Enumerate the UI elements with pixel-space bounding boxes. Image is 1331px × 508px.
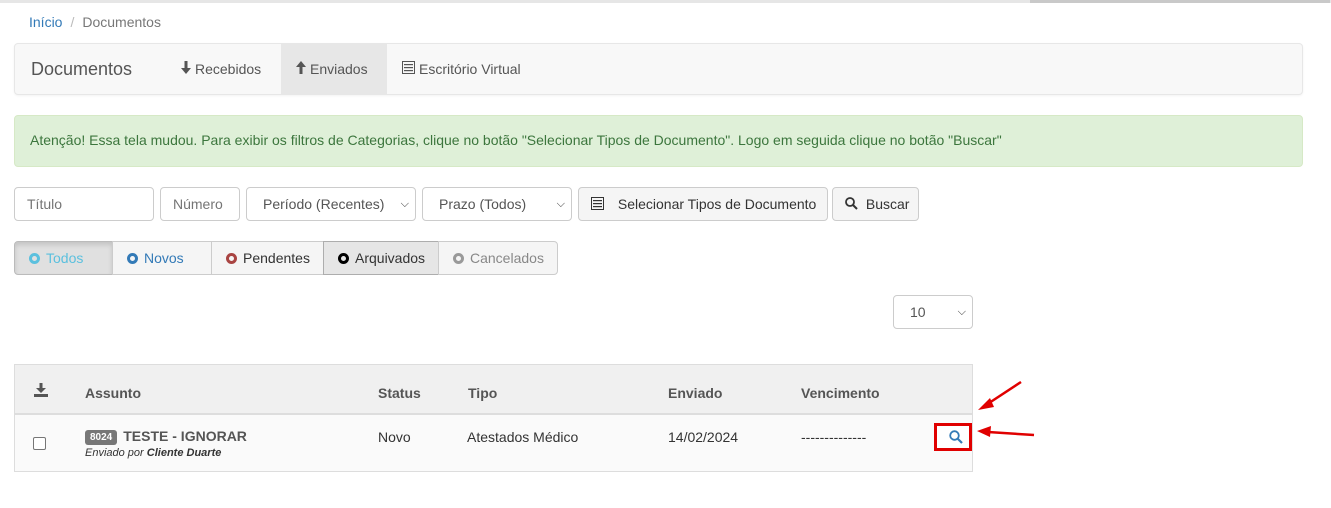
tab-cancelados[interactable]: Cancelados [438,241,558,275]
tab-todos[interactable]: Todos [14,241,113,275]
circle-icon [453,253,464,264]
list-alt-icon [402,44,415,94]
circle-icon [127,253,138,264]
page-size-select[interactable]: 10 ⌵ [893,295,973,329]
row-sent-by: Enviado por Cliente Duarte [85,447,247,459]
deadline-select-value: Prazo (Todos) [439,196,527,212]
page-size-value: 10 [910,304,926,320]
tab-arquivados[interactable]: Arquivados [323,241,439,275]
circle-icon [338,253,349,264]
search-label: Buscar [865,196,910,212]
row-checkbox[interactable] [33,437,46,450]
nav-enviados[interactable]: Enviados [281,44,387,94]
download-icon[interactable] [34,383,48,400]
row-status: Novo [378,429,411,445]
row-sent-date: 14/02/2024 [668,429,739,445]
nav-escritorio-virtual[interactable]: Escritório Virtual [387,44,536,94]
documents-table: Assunto Status Tipo Enviado Vencimento 8… [14,364,973,472]
breadcrumb-separator: / [70,14,75,30]
annotation-arrow [977,426,1035,437]
document-id-badge: 8024 [85,430,118,445]
nav-escritorio-virtual-label: Escritório Virtual [419,61,521,77]
search-button[interactable]: Buscar [832,187,919,221]
tab-todos-label: Todos [46,250,84,266]
table-row: 8024 TESTE - IGNORAR Enviado por Cliente … [15,415,972,471]
row-subject[interactable]: TESTE - IGNORAR [123,428,247,444]
list-alt-icon [591,197,608,213]
tab-pendentes[interactable]: Pendentes [211,241,324,275]
sent-by-name: Cliente Duarte [146,447,222,459]
search-icon [845,197,862,213]
period-select[interactable]: Período (Recentes) ⌵ [246,187,416,221]
view-document-button[interactable] [934,423,972,451]
row-subject-cell: 8024 TESTE - IGNORAR Enviado por Cliente … [85,428,247,459]
circle-icon [226,253,237,264]
nav-recebidos-label: Recebidos [195,61,262,77]
chevron-down-icon: ⌵ [957,306,966,318]
nav-enviados-label: Enviados [310,61,368,77]
top-border [0,0,1331,3]
annotation-arrow [978,380,1022,410]
tab-pendentes-label: Pendentes [243,250,310,266]
header-status[interactable]: Status [378,385,421,401]
select-document-types-label: Selecionar Tipos de Documento [617,196,817,212]
tab-novos[interactable]: Novos [112,241,212,275]
breadcrumb-home-link[interactable]: Início [29,14,62,30]
number-input[interactable] [160,187,240,221]
breadcrumb: Início / Documentos [29,14,161,30]
header-due[interactable]: Vencimento [801,385,880,401]
row-due-date: -------------- [801,429,867,445]
arrow-up-icon [296,44,306,94]
info-alert: Atenção! Essa tela mudou. Para exibir os… [14,115,1303,167]
arrow-down-icon [181,44,191,94]
chevron-down-icon: ⌵ [400,198,409,210]
documents-navbar: Documentos Recebidos Enviados Escritório… [14,43,1303,95]
sent-by-prefix: Enviado por [85,447,144,459]
select-document-types-button[interactable]: Selecionar Tipos de Documento [578,187,828,221]
circle-icon [29,253,40,264]
tab-arquivados-label: Arquivados [355,250,426,266]
navbar-brand[interactable]: Documentos [31,59,132,80]
period-select-value: Período (Recentes) [263,196,385,212]
alert-text: Atenção! Essa tela mudou. Para exibir os… [30,132,1002,148]
tab-cancelados-label: Cancelados [470,250,544,266]
header-type[interactable]: Tipo [468,385,497,401]
table-header: Assunto Status Tipo Enviado Vencimento [15,365,972,415]
header-sent[interactable]: Enviado [668,385,722,401]
title-input[interactable] [14,187,154,221]
nav-recebidos[interactable]: Recebidos [166,44,276,94]
chevron-down-icon: ⌵ [556,198,565,210]
header-subject[interactable]: Assunto [85,385,141,401]
tab-novos-label: Novos [144,250,184,266]
breadcrumb-current: Documentos [82,14,161,30]
row-type: Atestados Médico [467,429,579,445]
search-icon [949,430,963,447]
deadline-select[interactable]: Prazo (Todos) ⌵ [422,187,572,221]
